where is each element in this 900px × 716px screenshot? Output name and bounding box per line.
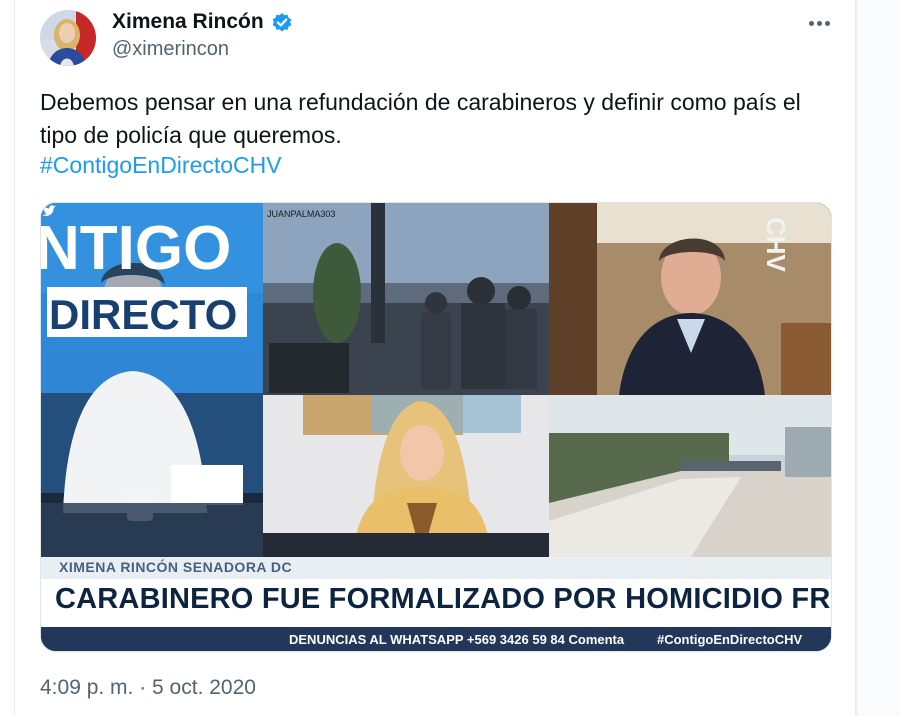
media-watermark: JUANPALMA303 — [267, 209, 335, 219]
ticker-hashtag: #ContigoEnDirectoCHV — [657, 632, 803, 647]
ticker-text: DENUNCIAS AL WHATSAPP +569 3426 59 84 Co… — [289, 632, 625, 647]
more-dot-icon — [816, 20, 822, 26]
tweet-hashtag-link[interactable]: #ContigoEnDirectoCHV — [40, 152, 282, 179]
tweet-media-image[interactable]: JUANPALMA303 CHV NTIGO DIRECTO XIMENA RI… — [40, 202, 832, 652]
lower-third-name: XIMENA RINCÓN SENADORA DC — [59, 559, 293, 575]
show-logo-bottom: DIRECTO — [49, 291, 237, 338]
author-handle[interactable]: @ximerincon — [112, 38, 229, 61]
broadcast-headline: CARABINERO FUE FORMALIZADO POR HOMICIDIO… — [55, 583, 831, 615]
more-options-button[interactable] — [804, 10, 834, 36]
profile-photo-icon — [40, 10, 96, 66]
more-dot-icon — [808, 20, 814, 26]
tweet-text: Debemos pensar en una refundación de car… — [40, 89, 801, 148]
author-display-name[interactable]: Ximena Rincón — [112, 10, 264, 34]
avatar[interactable] — [40, 10, 96, 66]
show-logo-top: NTIGO — [41, 214, 231, 283]
verified-badge-icon — [272, 13, 292, 32]
more-dot-icon — [824, 20, 830, 26]
twitter-bird-icon — [42, 205, 56, 216]
channel-mark: CHV — [761, 217, 791, 273]
tweet-timestamp[interactable]: 4:09 p. m. · 5 oct. 2020 — [40, 676, 256, 700]
adjacent-column-edge — [856, 0, 900, 716]
